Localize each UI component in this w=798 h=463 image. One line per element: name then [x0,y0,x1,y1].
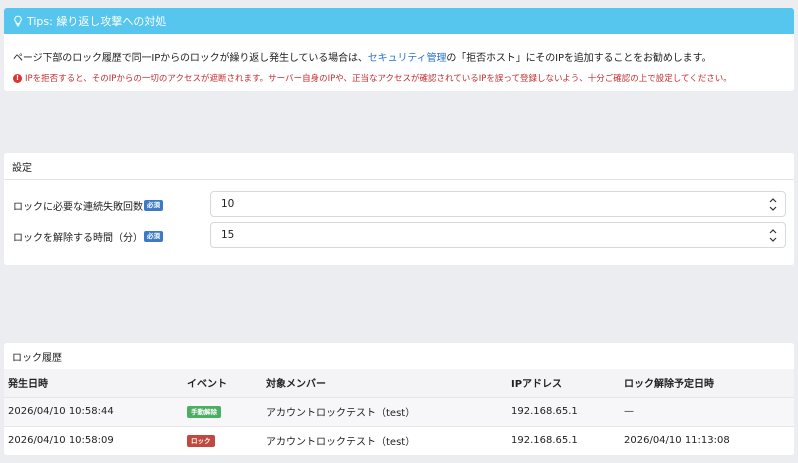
failure-count-label: ロックに必要な連続失敗回数 必須 [13,198,163,213]
warning-text: IPを拒否すると、そのIPからの一切のアクセスが遮断されます。サーバー自身のIP… [25,74,732,84]
column-header-event: イベント [187,379,227,391]
table-row: 2026/04/10 10:58:09 ロック アカウントロックテスト（test… [4,426,794,455]
unlock-minutes-value: 15 [221,229,235,241]
tips-body: ページ下部のロック履歴で同一IPからのロックが繰り返し発生している場合は、セキュ… [4,34,794,84]
table-header-row: 発生日時 イベント 対象メンバー IPアドレス ロック解除予定日時 [4,369,794,397]
failure-count-input[interactable]: 10 [210,191,786,217]
cell-event: ロック [187,426,266,455]
cell-event: 手動解除 [187,397,266,426]
cell-datetime: 2026/04/10 10:58:09 [8,435,114,447]
form-row-failure-count: ロックに必要な連続失敗回数 必須 10 [4,191,794,217]
tips-text-before: ページ下部のロック履歴で同一IPからのロックが繰り返し発生している場合は、 [13,53,368,64]
column-header-datetime: 発生日時 [8,379,48,391]
cell-member: アカウントロックテスト（test） [266,408,416,419]
form-row-unlock-minutes: ロックを解除する時間（分） 必須 15 [4,222,794,248]
tips-card: Tips: 繰り返し攻撃への対処 ページ下部のロック履歴で同一IPからのロックが… [4,8,794,91]
cell-unlock: 2026/04/10 11:13:08 [624,435,730,447]
up-down-chevron-icon[interactable] [769,229,777,242]
lock-history-card: ロック履歴 発生日時 イベント 対象メンバー IPアドレス ロック解除予定日時 … [4,343,794,455]
lightbulb-icon [14,15,22,27]
settings-title: 設定 [4,153,794,180]
unlock-minutes-label-text: ロックを解除する時間（分） [13,233,143,244]
page: Tips: 繰り返し攻撃への対処 ページ下部のロック履歴で同一IPからのロックが… [0,0,798,463]
up-down-chevron-icon[interactable] [769,198,777,211]
cell-ip: 192.168.65.1 [511,406,578,417]
failure-count-value: 10 [221,198,235,210]
column-header-unlock: ロック解除予定日時 [624,379,714,391]
settings-card: 設定 ロックに必要な連続失敗回数 必須 10 ロックを解除する時間（分） 必須 … [4,153,794,265]
failure-count-label-text: ロックに必要な連続失敗回数 [13,202,143,213]
tips-title: Tips: 繰り返し攻撃への対処 [27,15,167,28]
unlock-minutes-input[interactable]: 15 [210,222,786,248]
column-header-member: 対象メンバー [266,379,326,391]
cell-member: アカウントロックテスト（test） [266,437,416,449]
column-header-ip: IPアドレス [511,379,563,391]
unlock-minutes-label: ロックを解除する時間（分） 必須 [13,229,163,244]
required-badge: 必須 [144,231,163,242]
tips-text-after: の「拒否ホスト」にそのIPを追加することをお勧めします。 [446,53,712,64]
event-badge: ロック [187,434,215,447]
security-management-link[interactable]: セキュリティ管理 [368,53,447,64]
cell-datetime: 2026/04/10 10:58:44 [8,406,114,417]
required-badge: 必須 [144,200,163,211]
lock-history-title: ロック履歴 [12,352,62,364]
cell-unlock: — [624,406,634,417]
cell-ip: 192.168.65.1 [511,435,578,447]
tips-message: ページ下部のロック履歴で同一IPからのロックが繰り返し発生している場合は、セキュ… [13,49,794,64]
event-badge: 手動解除 [187,405,221,418]
table-row: 2026/04/10 10:58:44 手動解除 アカウントロックテスト（tes… [4,397,794,426]
tips-header: Tips: 繰り返し攻撃への対処 [4,8,794,34]
lock-history-table: 発生日時 イベント 対象メンバー IPアドレス ロック解除予定日時 2026/0… [4,369,794,455]
exclamation-circle-icon: ! [13,73,22,83]
tips-warning: ! IPを拒否すると、そのIPからの一切のアクセスが遮断されます。サーバー自身の… [13,72,794,84]
